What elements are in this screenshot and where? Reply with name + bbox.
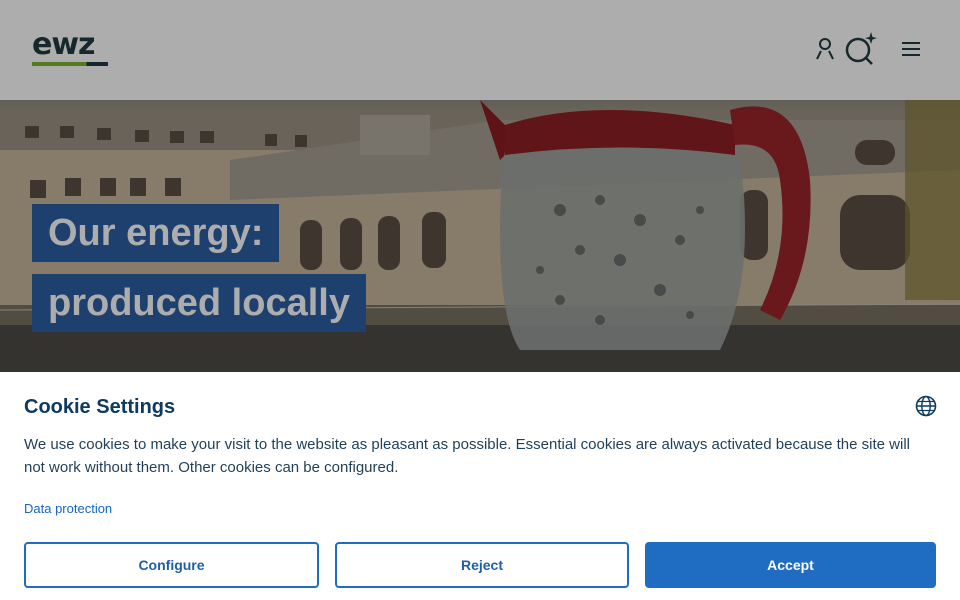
cookie-banner: Cookie Settings We use cookies to make y… <box>0 372 960 600</box>
data-protection-link[interactable]: Data protection <box>24 501 112 516</box>
globe-icon[interactable] <box>914 394 938 423</box>
accept-button[interactable]: Accept <box>645 542 936 588</box>
reject-button[interactable]: Reject <box>335 542 629 588</box>
modal-backdrop[interactable] <box>0 0 960 372</box>
cookie-description: We use cookies to make your visit to the… <box>24 436 911 476</box>
cookie-title: Cookie Settings <box>24 396 176 418</box>
configure-button[interactable]: Configure <box>24 542 319 588</box>
